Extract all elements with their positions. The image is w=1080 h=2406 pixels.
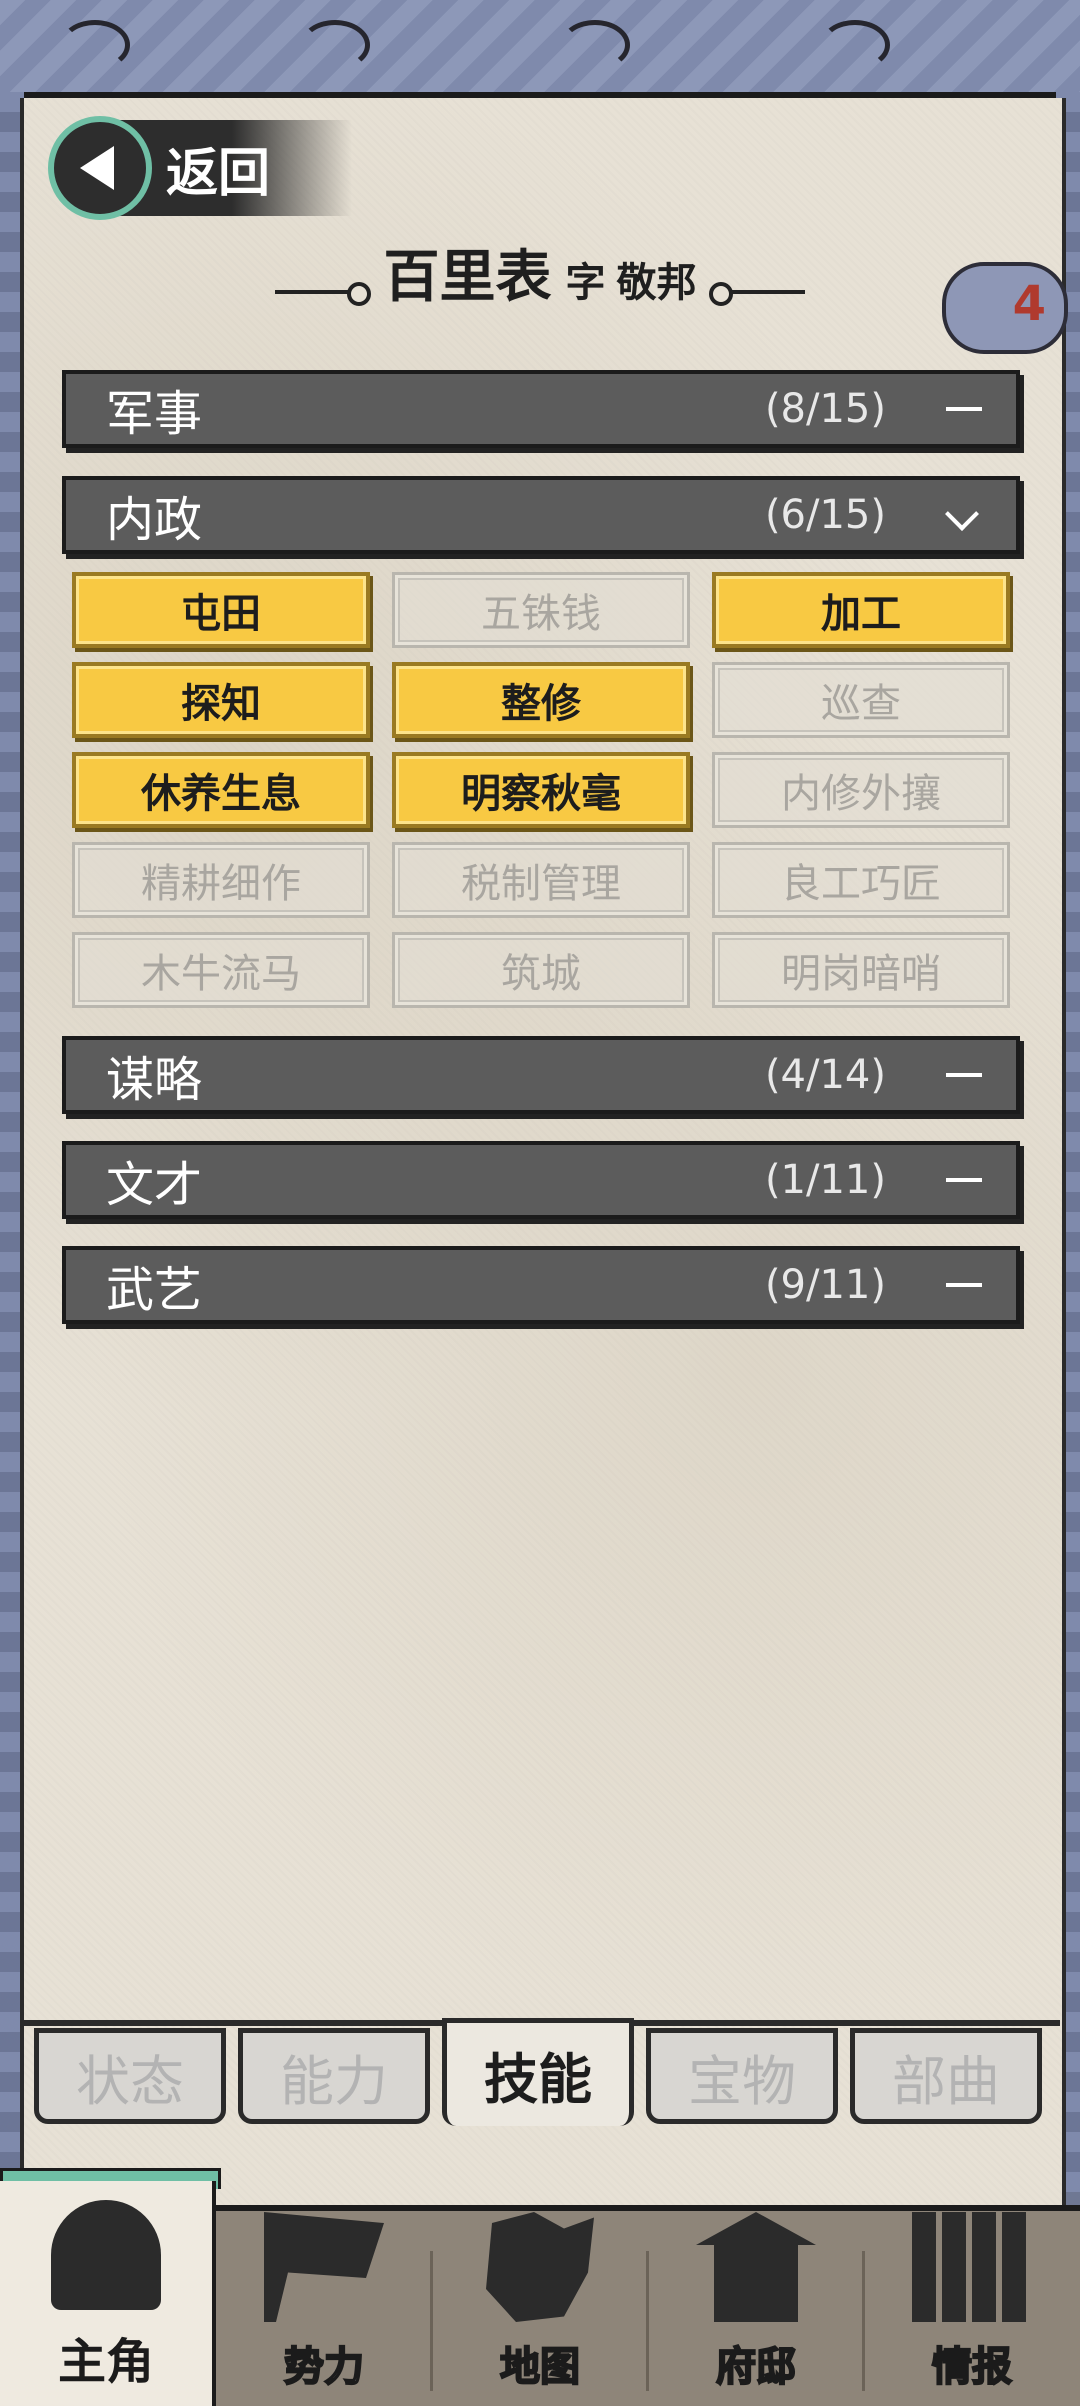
skill-button[interactable]: 明察秋毫 bbox=[392, 752, 690, 828]
title-ornament-right bbox=[708, 281, 805, 306]
nav-intel[interactable]: 情报 bbox=[864, 2211, 1080, 2406]
skill-button[interactable]: 休养生息 bbox=[72, 752, 370, 828]
category-bar-military[interactable]: 军事 (8/15) bbox=[62, 370, 1020, 448]
tab-treasure[interactable]: 宝物 bbox=[646, 2028, 838, 2124]
category-label: 文才 bbox=[106, 1157, 203, 1213]
nav-label: 势力 bbox=[283, 2342, 365, 2391]
skill-button[interactable]: 明岗暗哨 bbox=[712, 932, 1010, 1008]
category-count: (9/11) bbox=[764, 1262, 886, 1308]
hero-icon bbox=[51, 2200, 161, 2310]
collapse-dash-icon bbox=[946, 1283, 982, 1287]
character-name: 百里表 bbox=[383, 244, 552, 310]
courtesy-name-label: 字 bbox=[565, 259, 606, 306]
skill-button[interactable]: 整修 bbox=[392, 662, 690, 738]
swirl-ornament bbox=[300, 20, 370, 70]
collapse-dash-icon bbox=[946, 1073, 982, 1077]
category-count: (6/15) bbox=[764, 492, 886, 538]
category-label: 内政 bbox=[106, 492, 203, 548]
skill-button[interactable]: 巡查 bbox=[712, 662, 1010, 738]
mansion-icon bbox=[696, 2212, 816, 2322]
back-button[interactable]: 返回 bbox=[48, 116, 352, 220]
tab-troops[interactable]: 部曲 bbox=[850, 2028, 1042, 2124]
category-bar-literary[interactable]: 文才 (1/11) bbox=[62, 1141, 1020, 1219]
swirl-ornament bbox=[820, 20, 890, 70]
top-decorative-band bbox=[0, 0, 1080, 98]
map-icon bbox=[486, 2212, 594, 2322]
courtesy-name: 敬邦 bbox=[616, 259, 697, 306]
tab-skills[interactable]: 技能 bbox=[442, 2018, 634, 2126]
skill-button[interactable]: 筑城 bbox=[392, 932, 690, 1008]
tab-ability[interactable]: 能力 bbox=[238, 2028, 430, 2124]
skill-button[interactable]: 探知 bbox=[72, 662, 370, 738]
cloud-badge-count: 4 bbox=[1012, 276, 1046, 332]
back-label: 返回 bbox=[166, 143, 271, 204]
nav-label: 地图 bbox=[499, 2342, 581, 2391]
skill-button[interactable]: 税制管理 bbox=[392, 842, 690, 918]
nav-mansion[interactable]: 府邸 bbox=[648, 2211, 864, 2406]
nav-label: 府邸 bbox=[715, 2342, 797, 2391]
scroll-icon bbox=[912, 2212, 1032, 2322]
category-bar-strategy[interactable]: 谋略 (4/14) bbox=[62, 1036, 1020, 1114]
skill-button[interactable]: 加工 bbox=[712, 572, 1010, 648]
category-count: (4/14) bbox=[764, 1052, 886, 1098]
category-label: 谋略 bbox=[106, 1052, 203, 1108]
swirl-ornament bbox=[60, 20, 130, 70]
nav-hero[interactable]: 主角 bbox=[0, 2181, 216, 2406]
category-bar-domestic[interactable]: 内政 (6/15) bbox=[62, 476, 1020, 554]
skill-button[interactable]: 良工巧匠 bbox=[712, 842, 1010, 918]
nav-faction[interactable]: 势力 bbox=[216, 2211, 432, 2406]
title-ornament-left bbox=[275, 281, 372, 306]
skill-button[interactable]: 内修外攘 bbox=[712, 752, 1010, 828]
cloud-badge[interactable]: 4 bbox=[942, 262, 1068, 354]
flag-icon bbox=[264, 2212, 384, 2322]
back-arrow-icon bbox=[48, 116, 152, 220]
nav-label: 主角 bbox=[57, 2334, 154, 2390]
category-label: 武艺 bbox=[106, 1262, 203, 1318]
collapse-dash-icon bbox=[946, 1178, 982, 1182]
collapse-dash-icon bbox=[946, 407, 982, 411]
skill-button[interactable]: 五铢钱 bbox=[392, 572, 690, 648]
category-count: (8/15) bbox=[764, 386, 886, 432]
tab-status[interactable]: 状态 bbox=[34, 2028, 226, 2124]
bottom-nav: 主角 势力 地图 府邸 情报 bbox=[0, 2181, 1080, 2406]
category-count: (1/11) bbox=[764, 1157, 886, 1203]
tab-bar: 状态 能力 技能 宝物 部曲 bbox=[30, 2018, 1050, 2128]
skill-button[interactable]: 精耕细作 bbox=[72, 842, 370, 918]
swirl-ornament bbox=[560, 20, 630, 70]
category-bar-martial[interactable]: 武艺 (9/11) bbox=[62, 1246, 1020, 1324]
character-title: 百里表字 敬邦 bbox=[0, 232, 1080, 313]
chevron-down-icon bbox=[945, 497, 979, 531]
nav-label: 情报 bbox=[931, 2342, 1013, 2391]
skill-button[interactable]: 屯田 bbox=[72, 572, 370, 648]
category-label: 军事 bbox=[106, 386, 203, 442]
nav-map[interactable]: 地图 bbox=[432, 2211, 648, 2406]
skill-button[interactable]: 木牛流马 bbox=[72, 932, 370, 1008]
